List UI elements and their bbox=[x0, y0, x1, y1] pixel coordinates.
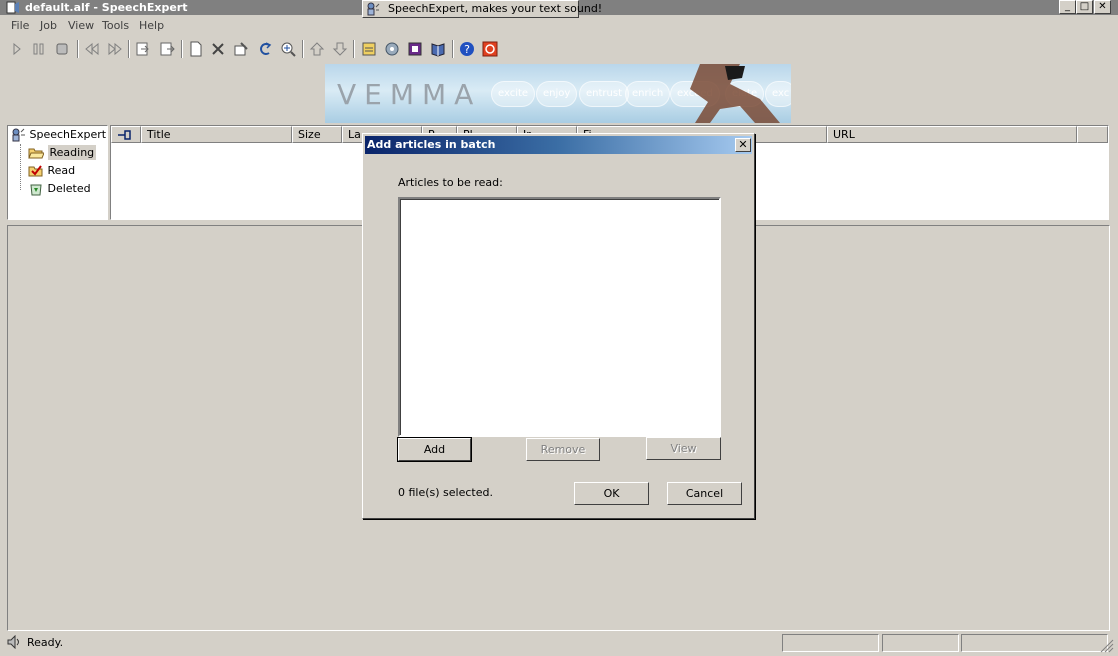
pause-icon[interactable] bbox=[30, 40, 48, 58]
help-icon[interactable]: ? bbox=[458, 40, 476, 58]
add-button[interactable]: Add bbox=[397, 437, 472, 462]
banner-slogan: entrust bbox=[579, 81, 629, 107]
tree-item-label: Deleted bbox=[47, 182, 91, 195]
toolbar-separator bbox=[181, 40, 183, 58]
ok-button[interactable]: OK bbox=[574, 482, 649, 505]
menu-view[interactable]: View bbox=[68, 19, 94, 32]
stop-icon[interactable] bbox=[53, 40, 71, 58]
toolbar-separator bbox=[128, 40, 130, 58]
view-button[interactable]: View bbox=[646, 437, 721, 460]
import-icon[interactable] bbox=[134, 40, 152, 58]
folder-checked-icon bbox=[28, 165, 43, 177]
banner-slogan: excite bbox=[491, 81, 536, 107]
exit-icon[interactable] bbox=[481, 40, 499, 58]
dialog-title: Add articles in batch bbox=[367, 138, 496, 151]
tooltip-text: SpeechExpert, makes your text sound! bbox=[388, 2, 603, 15]
folder-tree: SpeechExpert Reading Read Deleted bbox=[7, 125, 108, 220]
menu-file[interactable]: File bbox=[11, 19, 29, 32]
move-up-icon[interactable] bbox=[308, 40, 326, 58]
toolbar-separator bbox=[353, 40, 355, 58]
remove-button[interactable]: Remove bbox=[526, 438, 600, 461]
svg-text:?: ? bbox=[464, 43, 470, 56]
toolbar: ? bbox=[0, 37, 1118, 61]
dialog-close-button[interactable]: ✕ bbox=[735, 138, 751, 152]
voice-icon[interactable] bbox=[406, 40, 424, 58]
column-header-url[interactable]: URL bbox=[827, 126, 1077, 143]
banner-slogan: enrich bbox=[625, 81, 671, 107]
runner-photo bbox=[690, 64, 780, 123]
tree-root[interactable]: SpeechExpert bbox=[10, 128, 106, 142]
tree-item-deleted[interactable]: Deleted bbox=[28, 182, 91, 196]
settings-icon[interactable] bbox=[383, 40, 401, 58]
pin-icon bbox=[118, 130, 131, 140]
status-text: Ready. bbox=[27, 636, 64, 649]
toolbar-separator bbox=[452, 40, 454, 58]
zoom-icon[interactable] bbox=[279, 40, 297, 58]
banner-logo: VEMMA bbox=[337, 78, 482, 111]
folder-open-icon bbox=[28, 148, 45, 159]
menu-tools[interactable]: Tools bbox=[102, 19, 129, 32]
schedule-icon[interactable] bbox=[360, 40, 378, 58]
resize-grip-icon[interactable] bbox=[1100, 639, 1114, 653]
menu-help[interactable]: Help bbox=[139, 19, 164, 32]
tree-connector bbox=[20, 144, 21, 190]
close-icon: ✕ bbox=[1098, 1, 1107, 12]
status-pane bbox=[882, 634, 959, 652]
delete-icon[interactable] bbox=[209, 40, 227, 58]
column-header-pin[interactable] bbox=[111, 126, 141, 143]
add-articles-dialog: Add articles in batch ✕ Articles to be r… bbox=[362, 133, 755, 519]
properties-icon[interactable] bbox=[232, 40, 250, 58]
fast-forward-icon[interactable] bbox=[106, 40, 124, 58]
ad-banner[interactable]: VEMMA excite enjoy entrust enrich exceed… bbox=[325, 64, 791, 123]
tree-item-reading[interactable]: Reading bbox=[28, 145, 97, 160]
menu-job[interactable]: Job bbox=[40, 19, 57, 32]
book-icon[interactable] bbox=[429, 40, 447, 58]
tree-item-label: Read bbox=[47, 164, 76, 177]
refresh-icon[interactable] bbox=[256, 40, 274, 58]
articles-label: Articles to be read: bbox=[398, 176, 503, 189]
speechexpert-icon bbox=[12, 128, 25, 142]
minimize-button[interactable]: _ bbox=[1059, 0, 1076, 14]
close-button[interactable]: ✕ bbox=[1094, 0, 1111, 14]
maximize-button[interactable]: □ bbox=[1076, 0, 1093, 14]
files-selected-count: 0 file(s) selected. bbox=[398, 486, 493, 499]
toolbar-separator bbox=[302, 40, 304, 58]
tree-item-label: Reading bbox=[47, 145, 97, 160]
banner-slogan: enjoy bbox=[536, 81, 578, 107]
dialog-title-bar[interactable]: Add articles in batch ✕ bbox=[365, 136, 752, 154]
speaker-person-icon bbox=[367, 2, 380, 16]
column-header-title[interactable]: Title bbox=[141, 126, 292, 143]
column-header-size[interactable]: Size bbox=[292, 126, 342, 143]
minimize-icon: _ bbox=[1065, 1, 1070, 12]
toolbar-separator bbox=[77, 40, 79, 58]
app-icon bbox=[6, 1, 19, 14]
window-title: default.alf - SpeechExpert bbox=[25, 1, 188, 14]
status-bar: Ready. bbox=[0, 633, 1118, 656]
speaker-icon bbox=[7, 635, 19, 649]
new-document-icon[interactable] bbox=[187, 40, 205, 58]
play-icon[interactable] bbox=[8, 40, 26, 58]
status-pane bbox=[961, 634, 1108, 652]
recycle-bin-icon bbox=[30, 184, 42, 196]
maximize-icon: □ bbox=[1079, 1, 1090, 12]
articles-listbox[interactable] bbox=[398, 197, 721, 437]
close-icon: ✕ bbox=[738, 138, 748, 151]
menu-bar: File Job View Tools Help bbox=[0, 16, 1118, 36]
export-icon[interactable] bbox=[158, 40, 176, 58]
column-header-filler bbox=[1077, 126, 1108, 143]
rewind-icon[interactable] bbox=[83, 40, 101, 58]
status-pane bbox=[782, 634, 879, 652]
cancel-button[interactable]: Cancel bbox=[667, 482, 742, 505]
tree-root-label: SpeechExpert bbox=[29, 128, 107, 141]
tree-item-read[interactable]: Read bbox=[28, 164, 75, 178]
move-down-icon[interactable] bbox=[331, 40, 349, 58]
